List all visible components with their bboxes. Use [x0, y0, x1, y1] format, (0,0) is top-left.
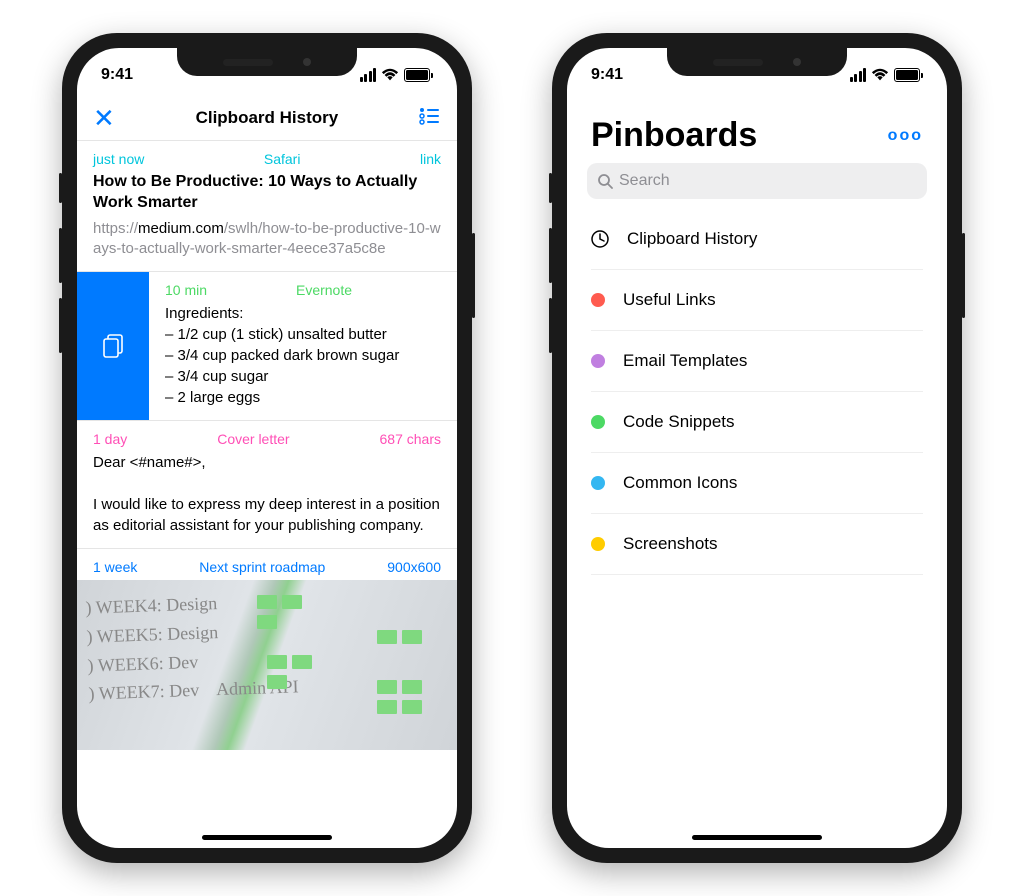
page-title: Pinboards: [591, 116, 757, 155]
color-dot-icon: [591, 537, 605, 551]
entry-headline: How to Be Productive: 10 Ways to Actuall…: [93, 172, 441, 214]
entry-source: Cover letter: [217, 431, 289, 447]
phone-right: 9:41 Pinboards ooo Search Clipboard Hist…: [552, 33, 962, 863]
home-indicator[interactable]: [692, 835, 822, 840]
color-dot-icon: [591, 476, 605, 490]
entry-body: Dear <#name#>, I would like to express m…: [93, 452, 441, 536]
color-dot-icon: [591, 293, 605, 307]
entry-source: Safari: [264, 151, 301, 167]
entry-tag: 687 chars: [380, 431, 441, 447]
cell-signal-icon: [850, 68, 867, 82]
pinboards-list: Clipboard History Useful Links Email Tem…: [567, 209, 947, 575]
pinboards-header: Pinboards ooo: [567, 96, 947, 163]
search-icon: [597, 173, 613, 189]
pinboard-label: Screenshots: [623, 534, 718, 554]
status-time: 9:41: [101, 66, 133, 84]
pinboard-item-code-snippets[interactable]: Code Snippets: [591, 392, 923, 453]
pinboard-item-email-templates[interactable]: Email Templates: [591, 331, 923, 392]
clock-icon: [591, 230, 609, 248]
close-button[interactable]: ✕: [93, 105, 115, 131]
copy-icon: [77, 272, 149, 420]
entry-time: just now: [93, 151, 144, 167]
cell-signal-icon: [360, 68, 377, 82]
color-dot-icon: [591, 354, 605, 368]
clip-entry[interactable]: just now Safari link How to Be Productiv…: [77, 141, 457, 272]
entry-time: 1 day: [93, 431, 127, 447]
search-placeholder: Search: [619, 172, 670, 190]
pinboard-label: Common Icons: [623, 473, 737, 493]
color-dot-icon: [591, 415, 605, 429]
entry-time: 10 min: [165, 282, 207, 298]
entry-source: Evernote: [296, 282, 352, 298]
clip-entry[interactable]: 1 week Next sprint roadmap 900x600 ) WEE…: [77, 549, 457, 739]
home-indicator[interactable]: [202, 835, 332, 840]
entry-time: 1 week: [93, 559, 137, 575]
search-input[interactable]: Search: [587, 163, 927, 199]
battery-icon: [404, 68, 433, 82]
clipboard-list[interactable]: just now Safari link How to Be Productiv…: [77, 141, 457, 848]
wifi-icon: [381, 68, 399, 82]
phone-left: 9:41 ✕ Clipboard History just now Safari…: [62, 33, 472, 863]
list-view-button[interactable]: [419, 107, 441, 130]
pinboard-item-common-icons[interactable]: Common Icons: [591, 453, 923, 514]
pinboard-label: Useful Links: [623, 290, 716, 310]
entry-body: Ingredients: – 1/2 cup (1 stick) unsalte…: [165, 303, 441, 408]
clip-entry[interactable]: 1 day Cover letter 687 chars Dear <#name…: [77, 421, 457, 549]
entry-tag: 900x600: [387, 559, 441, 575]
status-time: 9:41: [591, 66, 623, 84]
nav-title: Clipboard History: [196, 108, 339, 128]
pinboard-label: Clipboard History: [627, 229, 757, 249]
entry-image-preview: ) WEEK4: Design ) WEEK5: Design ) WEEK6:…: [77, 580, 457, 750]
battery-icon: [894, 68, 923, 82]
more-button[interactable]: ooo: [888, 127, 923, 145]
entry-url: https://medium.com/swlh/how-to-be-produc…: [93, 219, 441, 260]
pinboard-item-clipboard-history[interactable]: Clipboard History: [591, 209, 923, 270]
clip-entry[interactable]: 10 min Evernote Ingredients: – 1/2 cup (…: [77, 272, 457, 421]
pinboard-label: Email Templates: [623, 351, 747, 371]
pinboard-label: Code Snippets: [623, 412, 735, 432]
pinboard-item-useful-links[interactable]: Useful Links: [591, 270, 923, 331]
entry-source: Next sprint roadmap: [199, 559, 325, 575]
nav-header: ✕ Clipboard History: [77, 96, 457, 141]
pinboard-item-screenshots[interactable]: Screenshots: [591, 514, 923, 575]
entry-tag: link: [420, 151, 441, 167]
wifi-icon: [871, 68, 889, 82]
